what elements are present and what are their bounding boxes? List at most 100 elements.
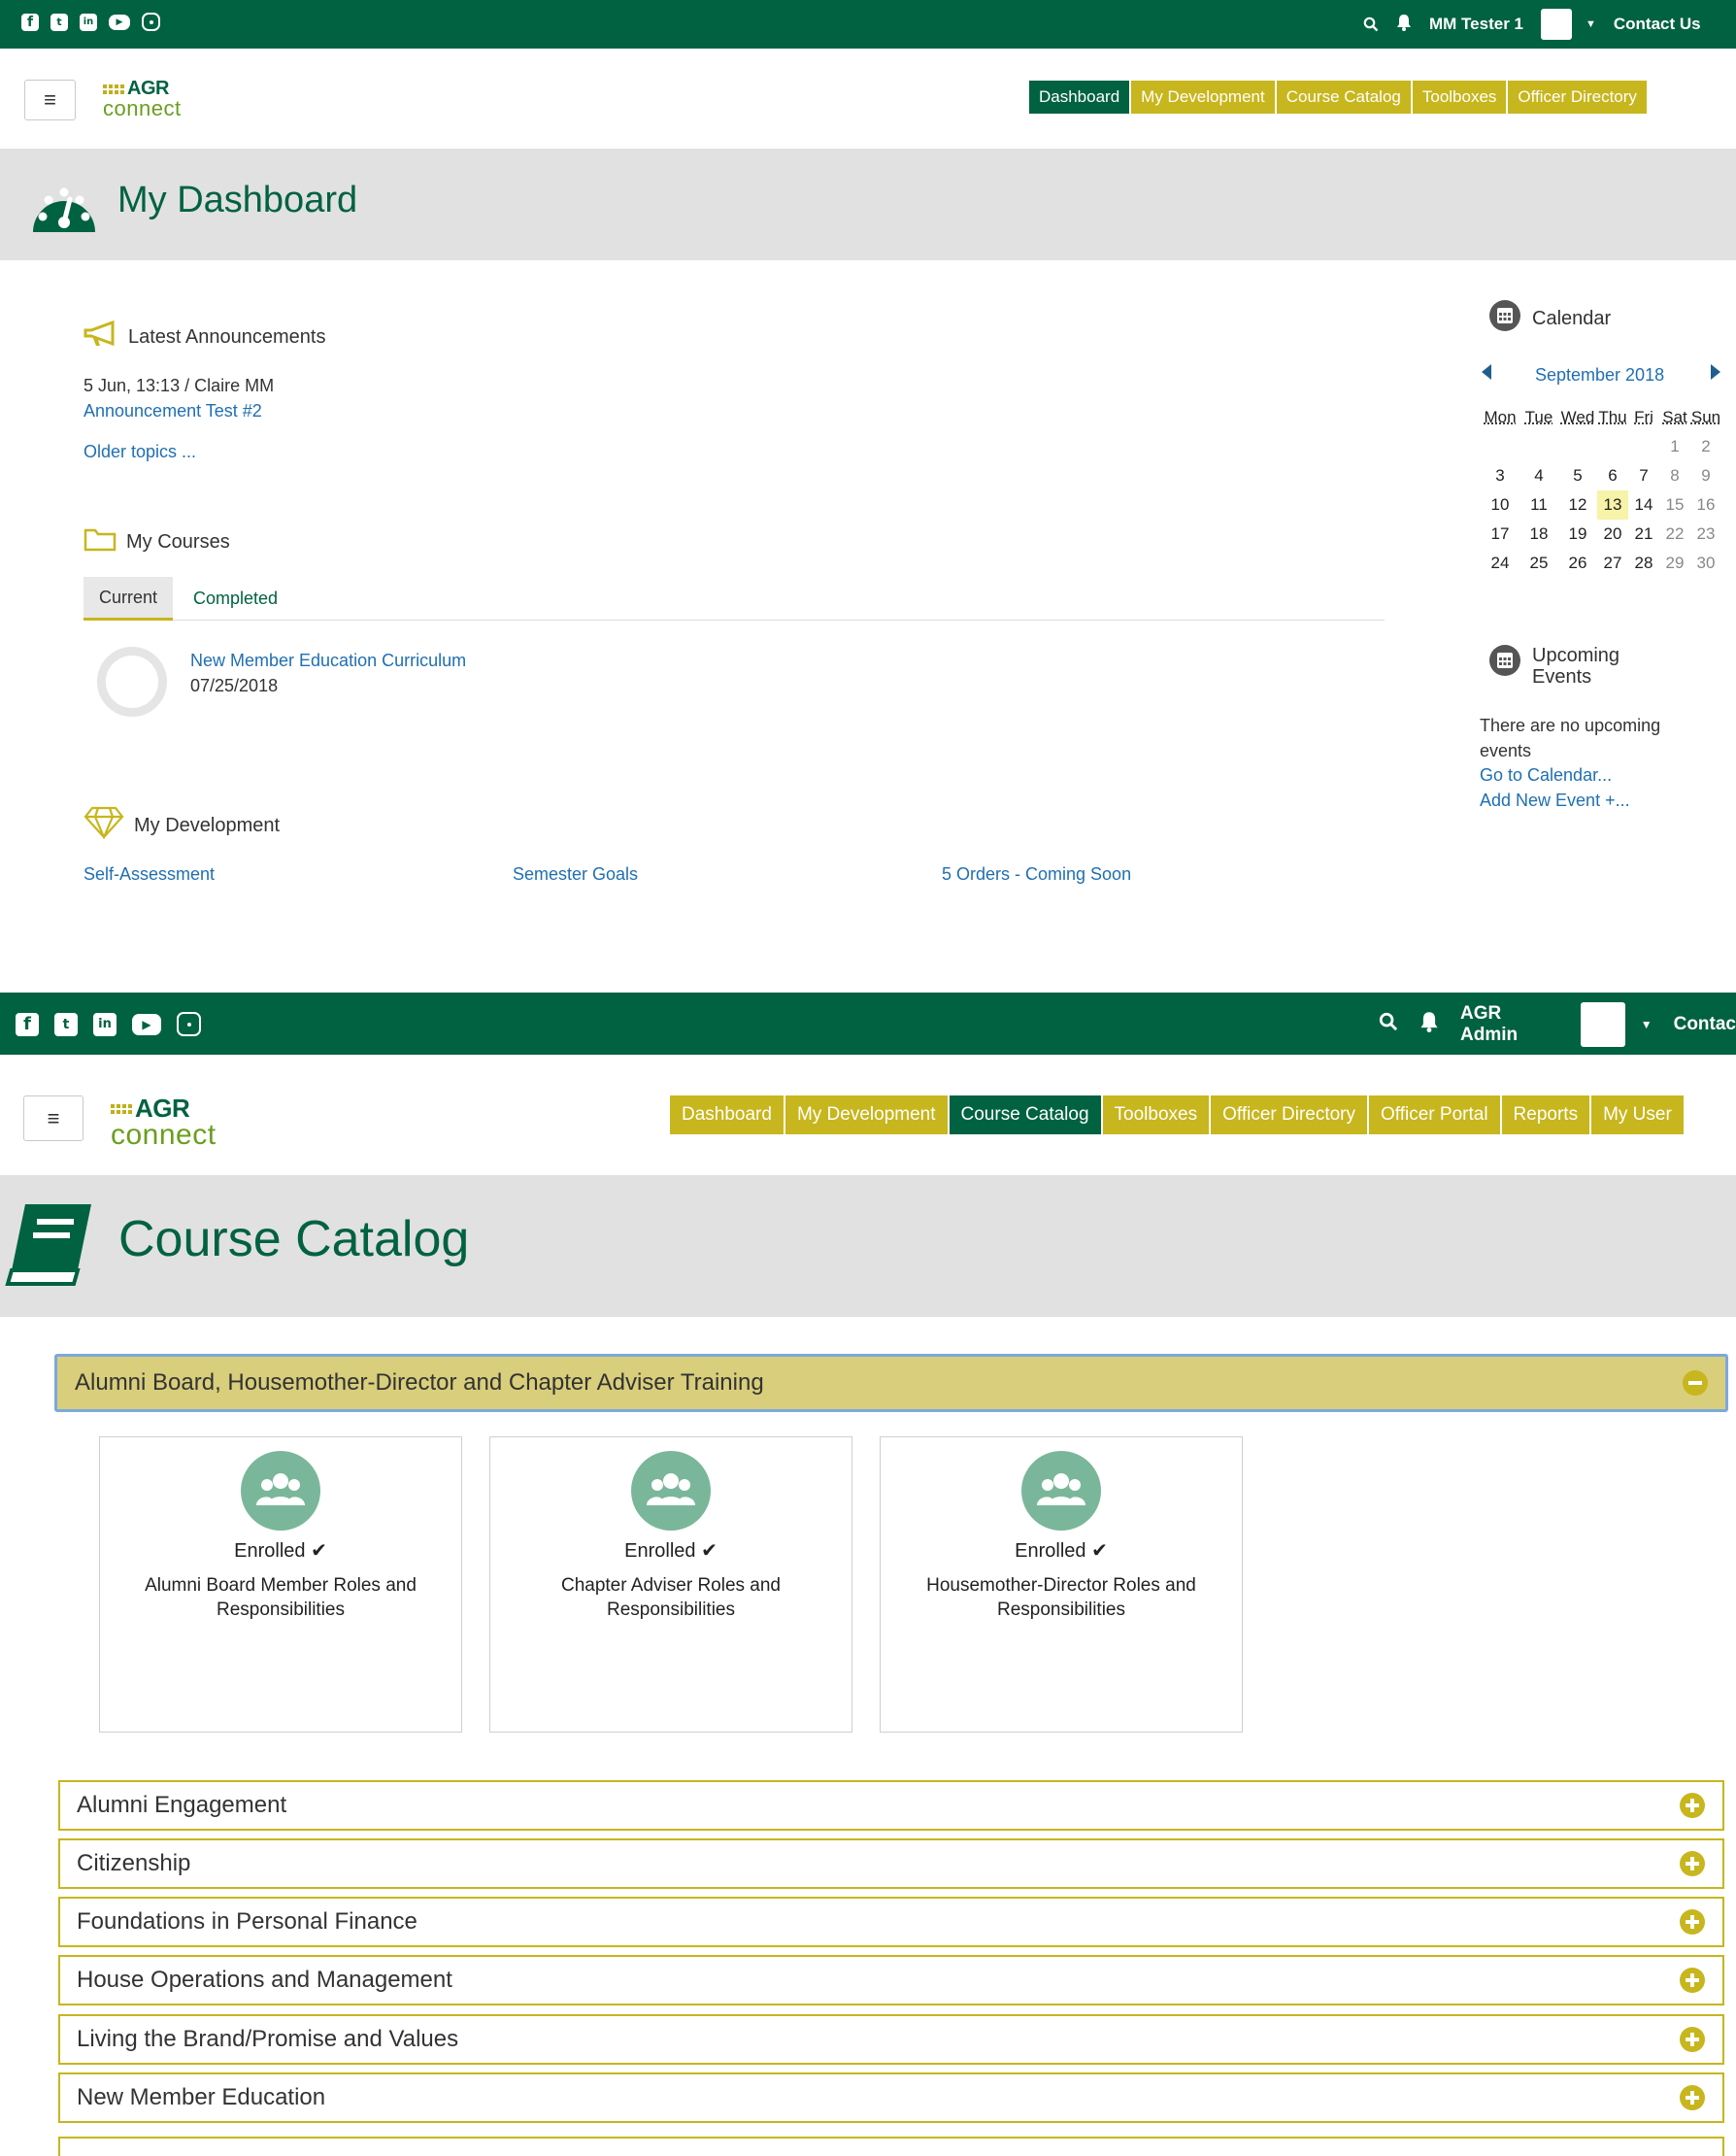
five-orders-link[interactable]: 5 Orders - Coming Soon (942, 864, 1131, 885)
calendar-next-icon[interactable] (1709, 363, 1722, 386)
calendar-day[interactable]: 1 (1659, 432, 1690, 461)
nav-reports[interactable]: Reports (1500, 1095, 1591, 1135)
nav-toolboxes[interactable]: Toolboxes (1101, 1095, 1211, 1135)
add-new-event-link[interactable]: Add New Event +... (1480, 791, 1630, 811)
calendar-day[interactable]: 15 (1659, 490, 1690, 520)
calendar-day[interactable]: 7 (1628, 461, 1659, 490)
linkedin-icon[interactable]: in (80, 13, 97, 31)
self-assessment-link[interactable]: Self-Assessment (83, 864, 215, 885)
calendar-day[interactable]: 2 (1690, 432, 1721, 461)
calendar-day[interactable]: 25 (1519, 549, 1558, 578)
contact-us-link[interactable]: Contact Us (1614, 15, 1701, 34)
semester-goals-link[interactable]: Semester Goals (513, 864, 638, 885)
course-card[interactable]: Enrolled ✔ Alumni Board Member Roles and… (99, 1436, 462, 1733)
linkedin-icon[interactable]: in (93, 1012, 117, 1036)
calendar-day[interactable]: 6 (1597, 461, 1628, 490)
nav-dashboard[interactable]: Dashboard (1028, 80, 1131, 115)
collapse-minus-icon[interactable] (1683, 1370, 1708, 1396)
calendar-day[interactable]: 23 (1690, 520, 1721, 549)
tab-completed[interactable]: Completed (193, 577, 278, 621)
category-row[interactable]: House Operations and Management (58, 1955, 1724, 2005)
calendar-day[interactable]: 19 (1558, 520, 1597, 549)
calendar-day[interactable]: 24 (1481, 549, 1519, 578)
course-card[interactable]: Enrolled ✔ Chapter Adviser Roles and Res… (489, 1436, 852, 1733)
youtube-icon[interactable]: ▶ (109, 14, 130, 30)
avatar[interactable] (1581, 1002, 1625, 1047)
agr-connect-logo[interactable]: AGR connect (103, 78, 182, 118)
nav-toolboxes[interactable]: Toolboxes (1411, 80, 1508, 115)
expand-plus-icon[interactable] (1680, 1793, 1705, 1818)
menu-toggle-button[interactable]: ≡ (23, 1095, 83, 1141)
category-row[interactable]: Foundations in Personal Finance (58, 1897, 1724, 1947)
expand-plus-icon[interactable] (1680, 1968, 1705, 1993)
facebook-icon[interactable]: f (21, 13, 39, 31)
user-name[interactable]: MM Tester 1 (1429, 15, 1523, 34)
category-row[interactable]: New Member Education (58, 2072, 1724, 2123)
bell-icon[interactable] (1419, 1011, 1439, 1038)
calendar-month[interactable]: September 2018 (1535, 365, 1664, 386)
nav-course-catalog[interactable]: Course Catalog (1275, 80, 1412, 115)
calendar-day[interactable]: 18 (1519, 520, 1558, 549)
category-row[interactable]: Alumni Engagement (58, 1780, 1724, 1831)
calendar-day[interactable]: 5 (1558, 461, 1597, 490)
expand-plus-icon[interactable] (1680, 1909, 1705, 1935)
category-row[interactable]: Citizenship (58, 1838, 1724, 1889)
calendar-day[interactable]: 16 (1690, 490, 1721, 520)
calendar-day[interactable]: 14 (1628, 490, 1659, 520)
announcement-link[interactable]: Announcement Test #2 (83, 401, 262, 421)
calendar-day[interactable]: 12 (1558, 490, 1597, 520)
go-to-calendar-link[interactable]: Go to Calendar... (1480, 765, 1612, 786)
calendar-day[interactable]: 10 (1481, 490, 1519, 520)
calendar-day[interactable]: 3 (1481, 461, 1519, 490)
nav-officer-portal[interactable]: Officer Portal (1368, 1095, 1501, 1135)
facebook-icon[interactable]: f (16, 1012, 39, 1036)
calendar-day[interactable]: 9 (1690, 461, 1721, 490)
calendar-day[interactable]: 22 (1659, 520, 1690, 549)
user-menu-caret-icon[interactable]: ▼ (1586, 18, 1596, 30)
nav-course-catalog[interactable]: Course Catalog (948, 1095, 1102, 1135)
tab-current[interactable]: Current (83, 577, 174, 621)
contact-us-link[interactable]: Contac (1674, 1014, 1736, 1035)
youtube-icon[interactable]: ▶ (132, 1013, 161, 1035)
calendar-day[interactable]: 30 (1690, 549, 1721, 578)
older-topics-link[interactable]: Older topics ... (83, 442, 196, 462)
calendar-day[interactable]: 8 (1659, 461, 1690, 490)
calendar-day[interactable]: 11 (1519, 490, 1558, 520)
instagram-icon[interactable] (177, 1012, 201, 1036)
expand-plus-icon[interactable] (1680, 2027, 1705, 2052)
nav-my-development[interactable]: My Development (784, 1095, 949, 1135)
instagram-icon[interactable] (142, 13, 160, 31)
calendar-day[interactable]: 4 (1519, 461, 1558, 490)
twitter-icon[interactable]: t (54, 1012, 78, 1036)
calendar-day[interactable]: 20 (1597, 520, 1628, 549)
nav-officer-directory[interactable]: Officer Directory (1210, 1095, 1369, 1135)
calendar-day[interactable]: 27 (1597, 549, 1628, 578)
search-icon[interactable] (1379, 1012, 1398, 1037)
calendar-day[interactable]: 13 (1597, 490, 1628, 520)
nav-my-user[interactable]: My User (1590, 1095, 1685, 1135)
category-row-partial[interactable] (58, 2137, 1724, 2156)
category-expanded-alumni-board[interactable]: Alumni Board, Housemother-Director and C… (54, 1354, 1728, 1412)
avatar[interactable] (1541, 9, 1572, 40)
calendar-day[interactable]: 21 (1628, 520, 1659, 549)
category-row[interactable]: Living the Brand/Promise and Values (58, 2014, 1724, 2065)
calendar-day[interactable]: 29 (1659, 549, 1690, 578)
twitter-icon[interactable]: t (50, 13, 68, 31)
user-menu-caret-icon[interactable]: ▼ (1641, 1018, 1653, 1031)
agr-connect-logo[interactable]: AGR connect (111, 1094, 217, 1150)
expand-plus-icon[interactable] (1680, 2085, 1705, 2110)
expand-plus-icon[interactable] (1680, 1851, 1705, 1876)
calendar-day[interactable]: 28 (1628, 549, 1659, 578)
course-card[interactable]: Enrolled ✔ Housemother-Director Roles an… (880, 1436, 1243, 1733)
calendar-day[interactable]: 17 (1481, 520, 1519, 549)
nav-my-development[interactable]: My Development (1130, 80, 1276, 115)
calendar-day[interactable]: 26 (1558, 549, 1597, 578)
user-name[interactable]: AGR Admin (1460, 1003, 1561, 1046)
nav-dashboard[interactable]: Dashboard (669, 1095, 785, 1135)
bell-icon[interactable] (1396, 14, 1412, 36)
course-title-link[interactable]: New Member Education Curriculum (190, 651, 466, 671)
menu-toggle-button[interactable]: ≡ (24, 80, 76, 120)
calendar-prev-icon[interactable] (1480, 363, 1493, 386)
search-icon[interactable] (1363, 17, 1379, 32)
nav-officer-directory[interactable]: Officer Directory (1507, 80, 1648, 115)
